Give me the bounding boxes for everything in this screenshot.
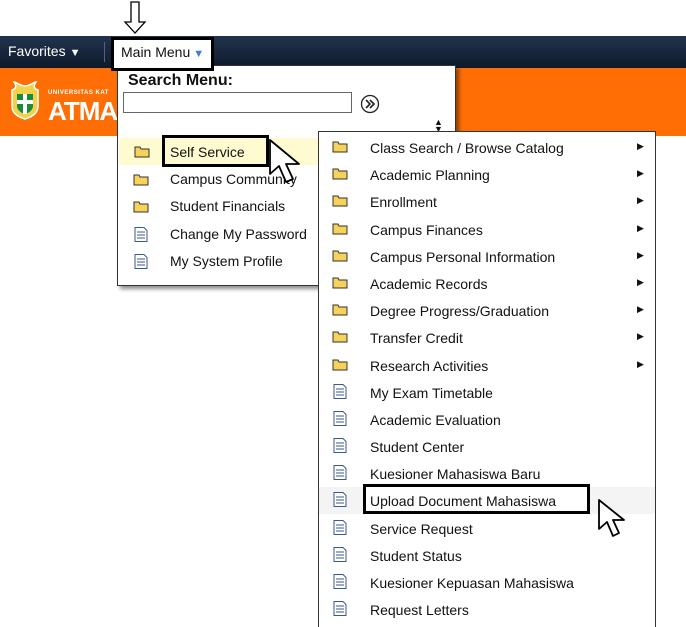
- chevron-down-icon: ▼: [193, 48, 205, 60]
- submenu-item-label: Student Center: [370, 439, 465, 455]
- submenu-item-label: Research Activities: [370, 358, 489, 374]
- menu-item-change-password[interactable]: Change My Password: [118, 221, 318, 248]
- submenu-item-academic-planning[interactable]: Academic Planning ▶: [319, 161, 655, 188]
- top-navigation-bar: Favorites ▼: [0, 36, 686, 68]
- document-icon: [134, 227, 148, 242]
- document-icon: [333, 438, 347, 453]
- self-service-submenu: Class Search / Browse Catalog ▶ Academic…: [318, 131, 656, 627]
- chevron-right-icon: ▶: [637, 304, 644, 314]
- folder-icon: [133, 201, 149, 213]
- chevron-right-icon: ▶: [637, 331, 644, 341]
- submenu-item-label: Request Letters: [370, 602, 469, 618]
- submenu-item-label: Academic Planning: [370, 167, 490, 183]
- submenu-item-transfer-credit[interactable]: Transfer Credit ▶: [319, 324, 655, 351]
- document-icon: [333, 411, 347, 426]
- chevron-down-icon: ▼: [69, 47, 81, 59]
- cursor-arrow-icon: [123, 1, 147, 34]
- submenu-item-label: Service Request: [370, 521, 473, 537]
- folder-icon: [332, 223, 348, 235]
- menu-item-label: My System Profile: [170, 253, 283, 269]
- favorites-label: Favorites: [8, 43, 66, 59]
- cursor-pointer-icon: [269, 139, 300, 183]
- chevron-right-icon: ▶: [637, 195, 644, 205]
- document-icon: [333, 574, 347, 589]
- submenu-item-campus-personal-information[interactable]: Campus Personal Information ▶: [319, 243, 655, 270]
- chevron-right-icon: ▶: [637, 141, 644, 151]
- cursor-pointer-icon: [598, 499, 625, 537]
- submenu-item-label: Kuesioner Mahasiswa Baru: [370, 466, 541, 482]
- document-icon: [333, 547, 347, 562]
- search-go-icon[interactable]: [360, 94, 380, 114]
- crest-icon: [11, 81, 39, 120]
- folder-icon: [332, 168, 348, 180]
- folder-icon: [332, 250, 348, 262]
- submenu-item-kuesioner-mahasiswa-baru[interactable]: Kuesioner Mahasiswa Baru: [319, 460, 655, 487]
- submenu-item-label: Campus Finances: [370, 222, 483, 238]
- document-icon: [134, 254, 148, 269]
- submenu-item-label: Academic Records: [370, 276, 488, 292]
- submenu-item-student-center[interactable]: Student Center: [319, 433, 655, 460]
- submenu-item-label: Academic Evaluation: [370, 412, 501, 428]
- submenu-item-kuesioner-kepuasan[interactable]: Kuesioner Kepuasan Mahasiswa: [319, 569, 655, 596]
- submenu-item-class-search[interactable]: Class Search / Browse Catalog ▶: [319, 134, 655, 161]
- document-icon: [333, 520, 347, 535]
- document-icon: [333, 601, 347, 616]
- folder-icon: [332, 195, 348, 207]
- menu-item-my-system-profile[interactable]: My System Profile: [118, 248, 318, 275]
- main-menu-label: Main Menu: [121, 44, 191, 60]
- upload-document-highlight[interactable]: Upload Document Mahasiswa: [363, 484, 590, 514]
- chevron-right-icon: ▶: [637, 250, 644, 260]
- submenu-item-label: Enrollment: [370, 194, 437, 210]
- logo-wordmark: ATMA: [48, 96, 118, 126]
- search-menu-input[interactable]: [123, 92, 352, 113]
- folder-icon: [332, 359, 348, 371]
- self-service-label: Self Service: [170, 144, 245, 160]
- chevron-right-icon: ▶: [637, 223, 644, 233]
- self-service-highlight[interactable]: Self Service: [162, 135, 269, 167]
- upload-document-label: Upload Document Mahasiswa: [370, 493, 556, 509]
- document-icon: [333, 492, 347, 507]
- submenu-item-enrollment[interactable]: Enrollment ▶: [319, 188, 655, 215]
- submenu-item-label: Transfer Credit: [370, 330, 463, 346]
- submenu-item-label: Kuesioner Kepuasan Mahasiswa: [370, 575, 574, 591]
- menu-item-student-financials[interactable]: Student Financials: [118, 193, 318, 220]
- submenu-item-research-activities[interactable]: Research Activities ▶: [319, 352, 655, 379]
- folder-icon: [332, 141, 348, 153]
- submenu-item-request-letters[interactable]: Request Letters: [319, 596, 655, 623]
- submenu-item-label: My Exam Timetable: [370, 385, 493, 401]
- document-icon: [333, 384, 347, 399]
- submenu-item-academic-records[interactable]: Academic Records ▶: [319, 270, 655, 297]
- submenu-item-my-exam-timetable[interactable]: My Exam Timetable: [319, 379, 655, 406]
- folder-icon: [332, 304, 348, 316]
- submenu-item-label: Student Status: [370, 548, 462, 564]
- menu-item-label: Student Financials: [170, 198, 286, 214]
- nav-divider: [104, 42, 105, 62]
- folder-icon: [332, 331, 348, 343]
- folder-icon: [332, 277, 348, 289]
- submenu-item-campus-finances[interactable]: Campus Finances ▶: [319, 216, 655, 243]
- search-menu-title: Search Menu:: [128, 72, 233, 89]
- submenu-item-label: Campus Personal Information: [370, 249, 556, 265]
- submenu-item-degree-progress[interactable]: Degree Progress/Graduation ▶: [319, 297, 655, 324]
- submenu-item-label: Degree Progress/Graduation: [370, 303, 549, 319]
- submenu-item-label: Class Search / Browse Catalog: [370, 140, 564, 156]
- submenu-item-academic-evaluation[interactable]: Academic Evaluation: [319, 406, 655, 433]
- chevron-right-icon: ▶: [637, 277, 644, 287]
- favorites-menu[interactable]: Favorites ▼: [8, 43, 80, 59]
- folder-icon: [133, 174, 149, 186]
- chevron-right-icon: ▶: [637, 168, 644, 178]
- folder-icon: [134, 146, 150, 158]
- document-icon: [333, 465, 347, 480]
- main-menu-button[interactable]: Main Menu ▼: [111, 37, 214, 71]
- university-logo: UNIVERSITAS KAT ATMA: [8, 76, 118, 132]
- menu-item-label: Change My Password: [170, 226, 307, 242]
- submenu-item-student-status[interactable]: Student Status: [319, 542, 655, 569]
- chevron-right-icon: ▶: [637, 359, 644, 369]
